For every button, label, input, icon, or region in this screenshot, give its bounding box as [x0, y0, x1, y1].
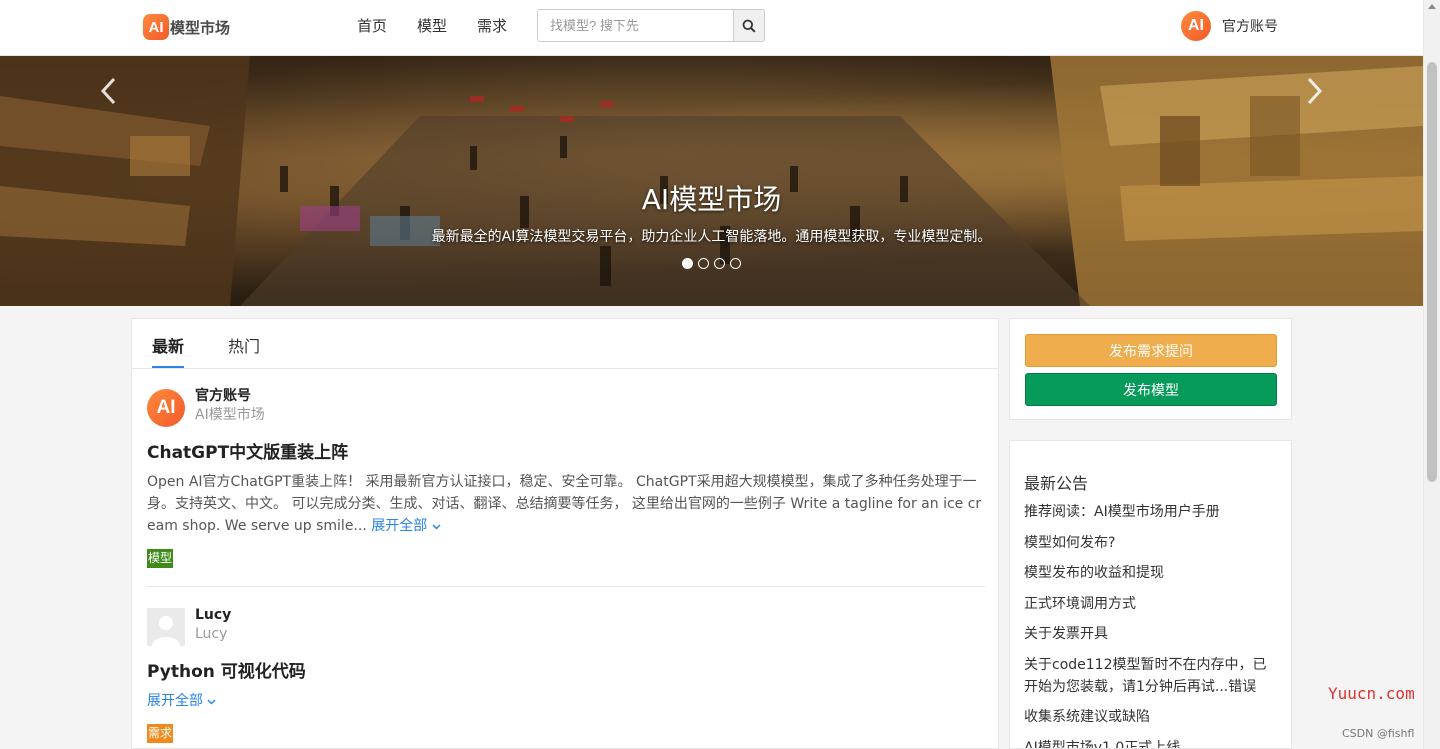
ai-logo-icon: AI: [143, 14, 169, 40]
tag-badge[interactable]: 需求: [147, 724, 174, 743]
main-nav: 首页 模型 需求: [357, 15, 507, 36]
post-title[interactable]: Python 可视化代码: [147, 660, 985, 684]
carousel-dot-3[interactable]: [714, 258, 725, 269]
carousel-indicators: [682, 258, 741, 269]
post-author: Lucy Lucy: [147, 606, 985, 646]
post-body: 展开全部: [147, 690, 987, 712]
announcements-panel: 最新公告 推荐阅读：AI模型市场用户手册 模型如何发布? 模型发布的收益和提现 …: [1009, 440, 1292, 749]
account-menu[interactable]: AI 官方账号: [1181, 11, 1278, 41]
search-input[interactable]: [537, 9, 733, 42]
announcements-title: 最新公告: [1024, 474, 1089, 493]
chevron-down-icon: [207, 699, 216, 705]
search-icon: [742, 19, 756, 33]
site-logo[interactable]: AI 模型市场: [143, 13, 230, 41]
scroll-up-icon[interactable]: [1428, 4, 1436, 9]
announcement-link[interactable]: 正式环境调用方式: [1024, 593, 1280, 615]
nav-home[interactable]: 首页: [357, 15, 387, 36]
search-button[interactable]: [733, 9, 765, 42]
tab-latest[interactable]: 最新: [152, 333, 185, 368]
author-avatar[interactable]: AI: [147, 389, 185, 427]
author-name[interactable]: Lucy: [195, 606, 231, 624]
author-name[interactable]: 官方账号: [195, 387, 265, 405]
author-info: 官方账号 AI模型市场: [195, 387, 265, 425]
announcement-link[interactable]: 收集系统建议或缺陷: [1024, 706, 1280, 728]
carousel-dot-4[interactable]: [730, 258, 741, 269]
post-excerpt: Open AI官方ChatGPT重装上阵！ 采用最新官方认证接口，稳定、安全可靠…: [147, 474, 982, 534]
post-author: AI 官方账号 AI模型市场: [147, 387, 985, 427]
banner-subtitle: 最新最全的AI算法模型交易平台，助力企业人工智能落地。通用模型获取，专业模型定制…: [431, 229, 992, 245]
post-divider: [147, 586, 985, 587]
feed-tabs: 最新 热门: [132, 319, 998, 369]
post-title[interactable]: ChatGPT中文版重装上阵: [147, 441, 985, 465]
post-body: Open AI官方ChatGPT重装上阵！ 采用最新官方认证接口，稳定、安全可靠…: [147, 471, 987, 537]
nav-models[interactable]: 模型: [417, 15, 447, 36]
expand-link[interactable]: 展开全部: [147, 693, 216, 709]
scrollbar-thumb[interactable]: [1427, 62, 1437, 482]
expand-label: 展开全部: [371, 518, 428, 534]
site-watermark: Yuucn.com: [1328, 684, 1415, 703]
author-info: Lucy Lucy: [195, 606, 231, 644]
post-question-button[interactable]: 发布需求提问: [1025, 334, 1277, 367]
carousel-prev-icon[interactable]: [97, 76, 121, 106]
announcement-link[interactable]: AI模型市场v1.0正式上线: [1024, 737, 1280, 749]
top-header: AI 模型市场 首页 模型 需求 AI 官方账号: [0, 0, 1423, 56]
search-bar: [537, 9, 765, 42]
publish-model-button[interactable]: 发布模型: [1025, 373, 1277, 406]
announcement-link[interactable]: 模型如何发布?: [1024, 532, 1280, 554]
banner-title: AI模型市场: [641, 183, 782, 216]
tag-badge[interactable]: 模型: [147, 549, 174, 568]
logo-text: 模型市场: [170, 18, 231, 37]
expand-label: 展开全部: [147, 693, 203, 709]
chevron-down-icon: [432, 524, 441, 530]
post-item: Lucy Lucy Python 可视化代码 展开全部 需求: [147, 606, 985, 743]
announcements-list: 推荐阅读：AI模型市场用户手册 模型如何发布? 模型发布的收益和提现 正式环境调…: [1024, 501, 1280, 749]
post-feed: 最新 热门 AI 官方账号 AI模型市场 ChatGPT中文版重装上阵 Open…: [131, 318, 999, 749]
sidebar-actions: 发布需求提问 发布模型: [1009, 318, 1292, 420]
carousel-next-icon[interactable]: [1302, 76, 1326, 106]
nav-demands[interactable]: 需求: [477, 15, 507, 36]
expand-link[interactable]: 展开全部: [371, 518, 441, 534]
page-scrollbar[interactable]: [1423, 0, 1440, 749]
author-subtitle: Lucy: [195, 626, 228, 642]
account-name: 官方账号: [1222, 19, 1278, 35]
tab-hot[interactable]: 热门: [228, 333, 260, 357]
announcement-link[interactable]: 关于code112模型暂时不在内存中，已开始为您装载，请1分钟后再试...错误: [1024, 654, 1280, 698]
announcement-link[interactable]: 关于发票开具: [1024, 623, 1280, 645]
csdn-watermark: CSDN @fishfl: [1342, 727, 1415, 740]
announcement-link[interactable]: 模型发布的收益和提现: [1024, 562, 1280, 584]
carousel-dot-2[interactable]: [698, 258, 709, 269]
default-avatar-icon[interactable]: [147, 608, 185, 646]
announcement-link[interactable]: 推荐阅读：AI模型市场用户手册: [1024, 501, 1280, 523]
account-avatar: AI: [1181, 11, 1211, 41]
post-item: AI 官方账号 AI模型市场 ChatGPT中文版重装上阵 Open AI官方C…: [147, 387, 985, 568]
banner-carousel[interactable]: AI模型市场 最新最全的AI算法模型交易平台，助力企业人工智能落地。通用模型获取…: [0, 56, 1423, 306]
carousel-dot-1[interactable]: [682, 258, 693, 269]
author-subtitle: AI模型市场: [195, 407, 265, 423]
